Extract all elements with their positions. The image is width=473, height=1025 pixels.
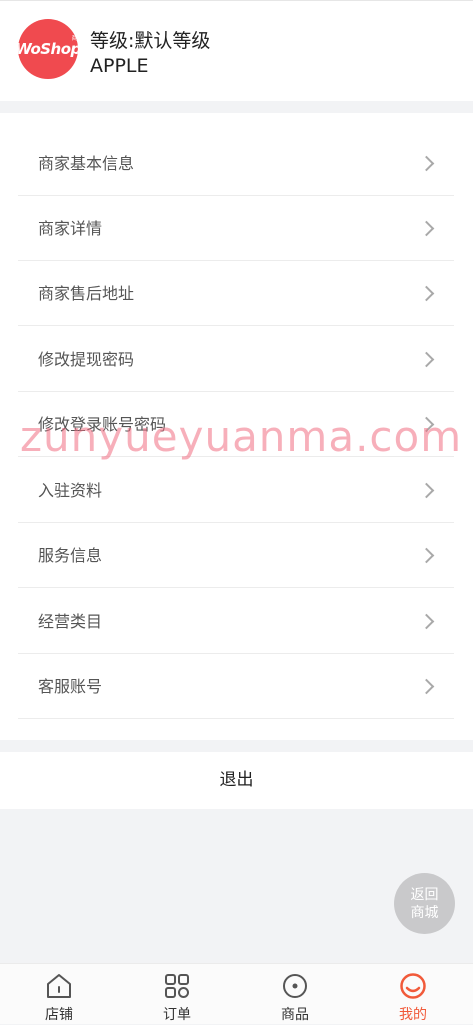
menu-item-label: 服务信息 (38, 546, 103, 565)
tab-products[interactable]: 商品 (236, 964, 354, 1025)
menu-item-categories[interactable]: 经营类目 (18, 589, 454, 654)
chevron-right-icon (418, 155, 435, 172)
menu-item-details[interactable]: 商家详情 (18, 196, 454, 261)
chevron-right-icon (418, 547, 435, 564)
menu-item-service-info[interactable]: 服务信息 (18, 523, 454, 588)
menu-item-label: 商家基本信息 (38, 154, 135, 173)
grid-icon (165, 974, 189, 998)
smile-icon (400, 973, 426, 999)
settings-menu: 商家基本信息 商家详情 商家售后地址 修改提现密码 修改登录账号密码 入驻资料 … (0, 113, 473, 740)
menu-item-label: 修改提现密码 (38, 350, 135, 369)
chevron-right-icon (418, 482, 435, 499)
chevron-right-icon (418, 416, 435, 433)
menu-item-login-password[interactable]: 修改登录账号密码 (18, 392, 454, 457)
chevron-right-icon (418, 285, 435, 302)
tab-label: 订单 (163, 1007, 191, 1023)
back-to-mall-label: 返回 商城 (410, 886, 439, 921)
tab-mine[interactable]: 我的 (354, 964, 472, 1025)
shop-name: APPLE (90, 55, 149, 77)
menu-item-label: 商家售后地址 (38, 284, 135, 303)
logout-button[interactable]: 退出 (0, 752, 473, 809)
menu-item-withdraw-password[interactable]: 修改提现密码 (18, 327, 454, 392)
menu-item-aftersale-address[interactable]: 商家售后地址 (18, 261, 454, 326)
menu-item-cs-account[interactable]: 客服账号 (18, 654, 454, 719)
menu-item-label: 商家详情 (38, 219, 103, 238)
menu-item-label: 经营类目 (38, 612, 103, 631)
member-level: 等级:默认等级 (90, 30, 211, 52)
tab-label: 商品 (281, 1007, 309, 1023)
woshop-logo: WoShop 商城 (18, 35, 78, 58)
chevron-right-icon (418, 613, 435, 630)
menu-item-label: 修改登录账号密码 (38, 415, 167, 434)
menu-item-basic-info[interactable]: 商家基本信息 (18, 131, 454, 196)
chevron-right-icon (418, 678, 435, 695)
menu-item-registration-docs[interactable]: 入驻资料 (18, 458, 454, 523)
tab-store[interactable]: 店铺 (0, 964, 118, 1025)
bottom-tab-bar: 店铺 订单 商品 我的 (0, 963, 473, 1024)
circle-dot-icon (283, 974, 307, 998)
menu-item-label: 入驻资料 (38, 481, 103, 500)
shop-avatar[interactable]: WoShop 商城 (18, 19, 78, 79)
chevron-right-icon (418, 220, 435, 237)
profile-header: WoShop 商城 等级:默认等级 APPLE (0, 0, 473, 101)
tab-orders[interactable]: 订单 (118, 964, 236, 1025)
chevron-right-icon (418, 351, 435, 368)
menu-item-label: 客服账号 (38, 677, 103, 696)
tab-label: 我的 (399, 1007, 427, 1023)
store-icon (47, 974, 71, 998)
back-to-mall-button[interactable]: 返回 商城 (394, 873, 455, 934)
tab-label: 店铺 (45, 1007, 73, 1023)
